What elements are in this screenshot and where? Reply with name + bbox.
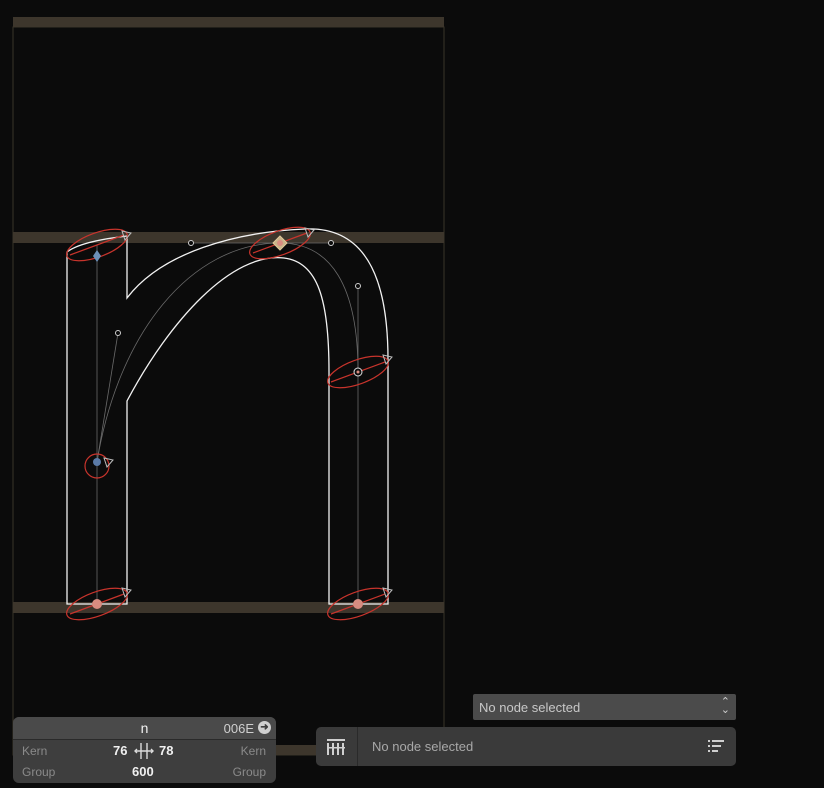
glyph-header-row: n 006E ➜	[13, 717, 276, 740]
up-down-chevron-icon: ⌃ ⌄	[720, 696, 730, 716]
node-bar-text: No node selected	[372, 739, 474, 754]
right-group-label: Group	[232, 765, 266, 779]
font-editor-logo-icon[interactable]	[326, 737, 346, 757]
left-sidebearing-value[interactable]: 76	[113, 743, 127, 758]
node-info-bar: No node selected	[316, 727, 736, 766]
ascender-band	[13, 17, 444, 27]
list-icon[interactable]	[708, 739, 724, 753]
divider	[357, 727, 358, 766]
glyph-box	[12, 26, 445, 756]
node-select-dropdown[interactable]: No node selected ⌃ ⌄	[473, 694, 736, 720]
left-group-label: Group	[22, 765, 56, 779]
unicode-value[interactable]: 006E	[224, 721, 254, 736]
advance-width-value[interactable]: 600	[132, 764, 154, 779]
glyph-info-panel: n 006E ➜ Kern 76 78 Kern Group 600 Group	[13, 717, 276, 783]
node-select-value: No node selected	[479, 700, 581, 715]
right-kern-label: Kern	[240, 744, 266, 758]
glyph-canvas[interactable]	[0, 0, 824, 788]
right-sidebearing-value[interactable]: 78	[159, 743, 173, 758]
sidebearing-link-icon[interactable]	[134, 741, 154, 761]
left-kern-label: Kern	[22, 744, 48, 758]
arrow-right-circle-icon[interactable]: ➜	[258, 721, 271, 734]
